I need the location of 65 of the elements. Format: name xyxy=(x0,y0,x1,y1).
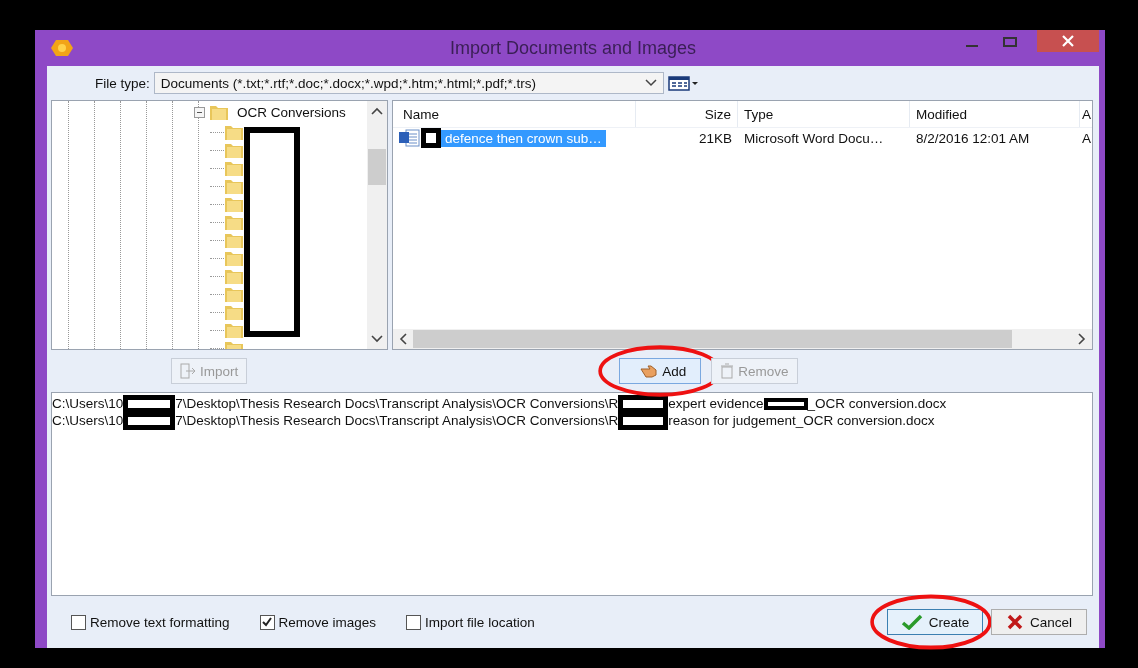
view-options-button[interactable] xyxy=(667,75,698,91)
column-header[interactable]: Modified xyxy=(910,101,1080,127)
path-text: expert evidence xyxy=(668,396,764,411)
folder-icon[interactable] xyxy=(224,267,244,285)
path-text: reason for judgement_OCR conversion.docx xyxy=(668,413,935,428)
path-text: C:\Users\10 xyxy=(52,396,124,411)
close-button[interactable] xyxy=(1037,30,1099,52)
close-icon xyxy=(1006,614,1024,630)
word-document-icon xyxy=(399,129,421,147)
folder-icon xyxy=(209,103,229,121)
button[interactable]: Add xyxy=(619,358,702,384)
checkbox-label: Remove text formatting xyxy=(90,614,230,630)
collapse-toggle[interactable] xyxy=(194,106,205,118)
scroll-thumb[interactable] xyxy=(368,149,386,185)
chevron-right-icon[interactable] xyxy=(1078,333,1086,345)
folder-icon[interactable] xyxy=(224,321,244,339)
app-icon xyxy=(51,38,73,58)
trash-icon xyxy=(720,363,735,379)
folder-icon[interactable] xyxy=(224,285,244,303)
tree-item[interactable]: OCR Conversions xyxy=(237,104,346,120)
chevron-left-icon[interactable] xyxy=(399,333,407,345)
folder-icon[interactable] xyxy=(224,177,244,195)
folder-icon[interactable] xyxy=(224,213,244,231)
file-type-label: File type: xyxy=(95,75,150,91)
folder-icon[interactable] xyxy=(224,141,244,159)
cancel-button[interactable]: Cancel xyxy=(991,609,1087,635)
window-title: Import Documents and Images xyxy=(448,37,698,59)
path-text: C:\Users\10 xyxy=(52,413,124,428)
folder-icon[interactable] xyxy=(224,249,244,267)
table-cell-text: Microsoft Word Docu… xyxy=(743,130,885,146)
checkmark-icon xyxy=(900,614,923,630)
folder-icon[interactable] xyxy=(224,231,244,249)
close-icon xyxy=(1062,35,1074,47)
checkbox-label: Import file location xyxy=(425,614,535,630)
path-text: 7\Desktop\Thesis Research Docs\Transcript Analysis\OCR Conversions\R xyxy=(175,413,619,428)
checkbox-label: Remove images xyxy=(278,614,377,630)
table-cell-text: 8/2/2016 12:01 AM xyxy=(915,130,1031,146)
checkbox[interactable] xyxy=(406,614,422,630)
checkbox[interactable] xyxy=(71,614,86,630)
table-cell-text: A xyxy=(1081,130,1092,146)
folder-icon[interactable] xyxy=(224,195,244,213)
chevron-up-icon[interactable] xyxy=(371,107,383,115)
chevron-down-icon[interactable] xyxy=(371,335,383,343)
maximize-icon xyxy=(1003,37,1017,47)
folder-icon[interactable] xyxy=(224,159,244,177)
table-cell-text: 21KB xyxy=(697,130,733,146)
column-header[interactable]: Size xyxy=(636,101,738,127)
folder-icon[interactable] xyxy=(224,303,244,321)
column-header[interactable]: A xyxy=(1080,101,1092,127)
horizontal-scrollbar[interactable] xyxy=(393,329,1092,349)
minimize-icon xyxy=(966,45,978,47)
folder-icon[interactable] xyxy=(224,123,244,141)
create-button[interactable]: Create xyxy=(887,609,983,635)
redaction-box xyxy=(421,128,441,148)
vertical-scrollbar[interactable] xyxy=(367,101,387,349)
pointing-hand-icon xyxy=(640,363,659,379)
column-header[interactable]: Type xyxy=(738,101,910,127)
file-type-dropdown[interactable]: Documents (*.txt;*.rtf;*.doc;*.docx;*.wpd;*.htm;*.html;*.pdf;*.trs) xyxy=(153,72,664,94)
redaction-box xyxy=(763,397,808,410)
path-text: 7\Desktop\Thesis Research Docs\Transcript Analysis\OCR Conversions\R xyxy=(175,396,619,411)
chevron-down-icon xyxy=(644,79,657,87)
scroll-thumb[interactable] xyxy=(413,330,1012,348)
checkbox[interactable] xyxy=(259,614,275,630)
column-header[interactable]: Name xyxy=(393,101,636,127)
import-icon xyxy=(180,363,196,379)
